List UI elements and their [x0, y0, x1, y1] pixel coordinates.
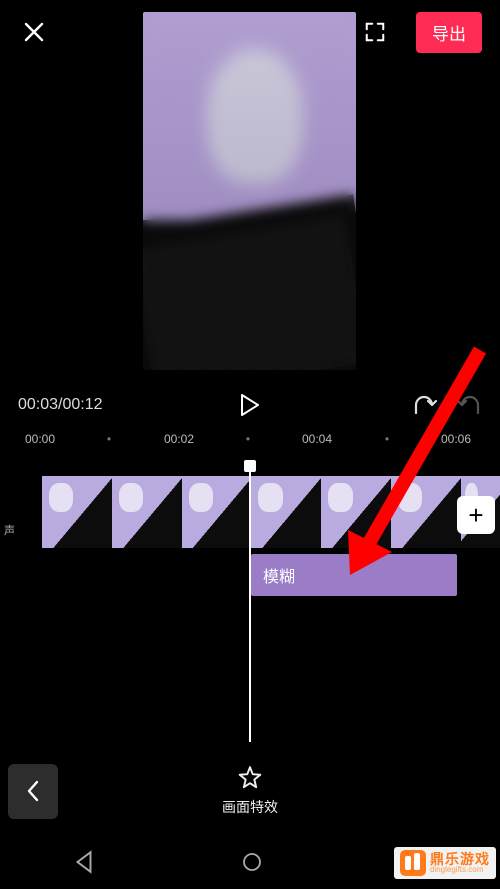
visual-effects-tool[interactable]: 画面特效 — [222, 765, 278, 817]
timeline-ruler[interactable]: 00:00 • 00:02 • 00:04 • 00:06 — [0, 432, 500, 454]
undo-button[interactable] — [412, 393, 438, 417]
nav-home-icon — [240, 850, 264, 874]
transport-bar: 00:03/00:12 — [0, 388, 500, 422]
timeline[interactable]: 声 模糊 + — [0, 462, 500, 762]
watermark-logo-icon — [400, 850, 426, 876]
effect-clip-blur[interactable]: 模糊 — [251, 554, 457, 596]
back-button[interactable] — [8, 764, 58, 819]
watermark: 鼎乐游戏 dinglegifts.com — [394, 847, 496, 879]
redo-button — [456, 393, 482, 417]
plus-icon: + — [468, 500, 483, 531]
export-button[interactable]: 导出 — [416, 12, 482, 53]
preview-blur-overlay — [143, 12, 356, 370]
chevron-left-icon — [25, 779, 41, 803]
watermark-domain: dinglegifts.com — [430, 866, 490, 874]
ruler-dot: • — [107, 432, 111, 446]
video-preview[interactable] — [143, 12, 356, 370]
clip-thumb[interactable] — [112, 476, 182, 548]
audio-track-label: 声 — [4, 522, 15, 538]
ruler-tick: 00:04 — [302, 432, 332, 446]
close-icon — [22, 20, 46, 44]
ruler-tick: 00:00 — [25, 432, 55, 446]
time-display: 00:03/00:12 — [18, 396, 103, 414]
fullscreen-icon — [364, 21, 386, 43]
redo-icon — [456, 393, 482, 417]
nav-home-button[interactable] — [240, 850, 264, 874]
clip-thumb[interactable] — [321, 476, 391, 548]
effect-clip-label: 模糊 — [263, 563, 295, 587]
playhead[interactable] — [249, 462, 251, 742]
star-icon — [237, 765, 263, 791]
undo-icon — [412, 393, 438, 417]
clip-thumb[interactable] — [182, 476, 252, 548]
clip-thumb[interactable] — [251, 476, 321, 548]
tool-bar: 画面特效 — [0, 747, 500, 835]
fullscreen-button[interactable] — [360, 17, 390, 47]
nav-back-button[interactable] — [71, 849, 97, 875]
clip-thumb[interactable] — [391, 476, 461, 548]
ruler-tick: 00:02 — [164, 432, 194, 446]
visual-effects-label: 画面特效 — [222, 797, 278, 817]
ruler-dot: • — [246, 432, 250, 446]
play-button[interactable] — [239, 393, 261, 417]
clip-thumb[interactable] — [42, 476, 112, 548]
nav-back-icon — [71, 849, 97, 875]
watermark-brand: 鼎乐游戏 — [430, 852, 490, 866]
play-icon — [239, 393, 261, 417]
ruler-tick: 00:06 — [441, 432, 471, 446]
clip-thumbnails[interactable] — [42, 476, 500, 548]
add-clip-button[interactable]: + — [457, 496, 495, 534]
ruler-dot: • — [385, 432, 389, 446]
close-button[interactable] — [18, 16, 50, 48]
